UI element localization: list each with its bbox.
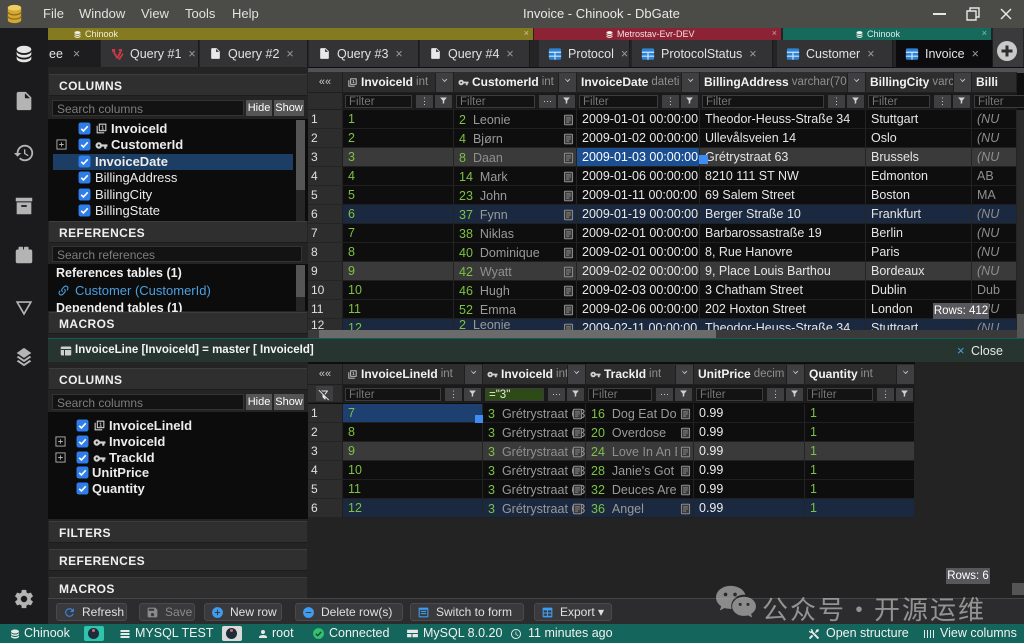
svg-text:1: 1 [101, 125, 104, 131]
svg-text:1: 1 [352, 371, 355, 376]
svg-text:1: 1 [99, 422, 102, 428]
svg-text:1: 1 [352, 79, 355, 84]
